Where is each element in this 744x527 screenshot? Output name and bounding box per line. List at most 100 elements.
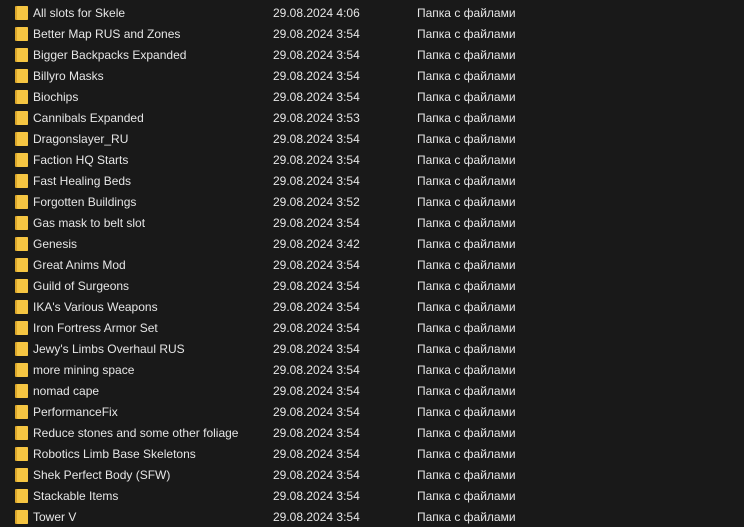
list-item[interactable]: nomad cape 29.08.2024 3:54 Папка с файла…: [0, 380, 744, 401]
list-item[interactable]: Guild of Surgeons 29.08.2024 3:54 Папка …: [0, 275, 744, 296]
folder-icon: [15, 384, 28, 398]
folder-icon: [15, 216, 28, 230]
folder-icon: [15, 132, 28, 146]
file-type: Папка с файлами: [417, 258, 516, 272]
file-name: Stackable Items: [33, 489, 119, 503]
file-name: more mining space: [33, 363, 135, 377]
file-type: Папка с файлами: [417, 90, 516, 104]
folder-icon: [15, 195, 28, 209]
list-item[interactable]: Biochips 29.08.2024 3:54 Папка с файлами: [0, 86, 744, 107]
file-name: Forgotten Buildings: [33, 195, 137, 209]
file-name: Guild of Surgeons: [33, 279, 130, 293]
file-date-modified: 29.08.2024 3:42: [273, 237, 360, 251]
file-type: Папка с файлами: [417, 468, 516, 482]
folder-icon: [15, 237, 28, 251]
folder-icon: [15, 405, 28, 419]
file-date-modified: 29.08.2024 3:54: [273, 69, 360, 83]
file-type: Папка с файлами: [417, 6, 516, 20]
file-list: All slots for Skele 29.08.2024 4:06 Папк…: [0, 2, 744, 527]
folder-icon: [15, 258, 28, 272]
file-type: Папка с файлами: [417, 447, 516, 461]
list-item[interactable]: Bigger Backpacks Expanded 29.08.2024 3:5…: [0, 44, 744, 65]
folder-icon: [15, 174, 28, 188]
list-item[interactable]: Reduce stones and some other foliage 29.…: [0, 422, 744, 443]
file-name: Billyro Masks: [33, 69, 104, 83]
file-name: IKA's Various Weapons: [33, 300, 158, 314]
list-item[interactable]: Forgotten Buildings 29.08.2024 3:52 Папк…: [0, 191, 744, 212]
list-item[interactable]: Great Anims Mod 29.08.2024 3:54 Папка с …: [0, 254, 744, 275]
file-type: Папка с файлами: [417, 405, 516, 419]
folder-icon: [15, 279, 28, 293]
folder-icon: [15, 300, 28, 314]
file-type: Папка с файлами: [417, 153, 516, 167]
file-date-modified: 29.08.2024 3:54: [273, 300, 360, 314]
list-item[interactable]: Billyro Masks 29.08.2024 3:54 Папка с фа…: [0, 65, 744, 86]
folder-icon: [15, 426, 28, 440]
file-name: Gas mask to belt slot: [33, 216, 146, 230]
folder-icon: [15, 510, 28, 524]
file-name: Shek Perfect Body (SFW): [33, 468, 171, 482]
file-date-modified: 29.08.2024 3:54: [273, 90, 360, 104]
file-date-modified: 29.08.2024 3:54: [273, 153, 360, 167]
file-date-modified: 29.08.2024 3:54: [273, 216, 360, 230]
list-item[interactable]: PerformanceFix 29.08.2024 3:54 Папка с ф…: [0, 401, 744, 422]
list-item[interactable]: Iron Fortress Armor Set 29.08.2024 3:54 …: [0, 317, 744, 338]
folder-icon: [15, 69, 28, 83]
file-name: Cannibals Expanded: [33, 111, 144, 125]
file-type: Папка с файлами: [417, 342, 516, 356]
file-date-modified: 29.08.2024 3:52: [273, 195, 360, 209]
file-date-modified: 29.08.2024 3:54: [273, 279, 360, 293]
folder-icon: [15, 363, 28, 377]
file-date-modified: 29.08.2024 3:54: [273, 363, 360, 377]
list-item[interactable]: All slots for Skele 29.08.2024 4:06 Папк…: [0, 2, 744, 23]
list-item[interactable]: Gas mask to belt slot 29.08.2024 3:54 Па…: [0, 212, 744, 233]
list-item[interactable]: Stackable Items 29.08.2024 3:54 Папка с …: [0, 485, 744, 506]
folder-icon: [15, 111, 28, 125]
file-type: Папка с файлами: [417, 174, 516, 188]
file-name: Faction HQ Starts: [33, 153, 129, 167]
list-item[interactable]: Jewy's Limbs Overhaul RUS 29.08.2024 3:5…: [0, 338, 744, 359]
list-item[interactable]: more mining space 29.08.2024 3:54 Папка …: [0, 359, 744, 380]
file-name: Tower V: [33, 510, 77, 524]
folder-icon: [15, 48, 28, 62]
list-item[interactable]: Shek Perfect Body (SFW) 29.08.2024 3:54 …: [0, 464, 744, 485]
file-name: Dragonslayer_RU: [33, 132, 129, 146]
list-item[interactable]: Better Map RUS and Zones 29.08.2024 3:54…: [0, 23, 744, 44]
file-date-modified: 29.08.2024 3:54: [273, 426, 360, 440]
file-date-modified: 29.08.2024 3:54: [273, 132, 360, 146]
list-item[interactable]: IKA's Various Weapons 29.08.2024 3:54 Па…: [0, 296, 744, 317]
file-type: Папка с файлами: [417, 69, 516, 83]
file-name: Jewy's Limbs Overhaul RUS: [33, 342, 185, 356]
file-type: Папка с файлами: [417, 216, 516, 230]
file-name: Robotics Limb Base Skeletons: [33, 447, 196, 461]
file-date-modified: 29.08.2024 3:54: [273, 384, 360, 398]
file-date-modified: 29.08.2024 3:54: [273, 48, 360, 62]
file-name: Fast Healing Beds: [33, 174, 132, 188]
file-name: nomad cape: [33, 384, 100, 398]
file-date-modified: 29.08.2024 3:53: [273, 111, 360, 125]
file-name: PerformanceFix: [33, 405, 118, 419]
file-type: Папка с файлами: [417, 48, 516, 62]
file-type: Папка с файлами: [417, 321, 516, 335]
folder-icon: [15, 153, 28, 167]
file-date-modified: 29.08.2024 4:06: [273, 6, 360, 20]
list-item[interactable]: Genesis 29.08.2024 3:42 Папка с файлами: [0, 233, 744, 254]
file-name: Great Anims Mod: [33, 258, 126, 272]
list-item[interactable]: Robotics Limb Base Skeletons 29.08.2024 …: [0, 443, 744, 464]
file-name: Iron Fortress Armor Set: [33, 321, 158, 335]
list-item[interactable]: Tower V 29.08.2024 3:54 Папка с файлами: [0, 506, 744, 527]
list-item[interactable]: Cannibals Expanded 29.08.2024 3:53 Папка…: [0, 107, 744, 128]
file-type: Папка с файлами: [417, 132, 516, 146]
file-date-modified: 29.08.2024 3:54: [273, 510, 360, 524]
list-item[interactable]: Fast Healing Beds 29.08.2024 3:54 Папка …: [0, 170, 744, 191]
file-type: Папка с файлами: [417, 300, 516, 314]
file-type: Папка с файлами: [417, 489, 516, 503]
file-date-modified: 29.08.2024 3:54: [273, 342, 360, 356]
list-item[interactable]: Faction HQ Starts 29.08.2024 3:54 Папка …: [0, 149, 744, 170]
file-date-modified: 29.08.2024 3:54: [273, 468, 360, 482]
folder-icon: [15, 321, 28, 335]
folder-icon: [15, 468, 28, 482]
file-type: Папка с файлами: [417, 111, 516, 125]
list-item[interactable]: Dragonslayer_RU 29.08.2024 3:54 Папка с …: [0, 128, 744, 149]
file-name: Better Map RUS and Zones: [33, 27, 181, 41]
